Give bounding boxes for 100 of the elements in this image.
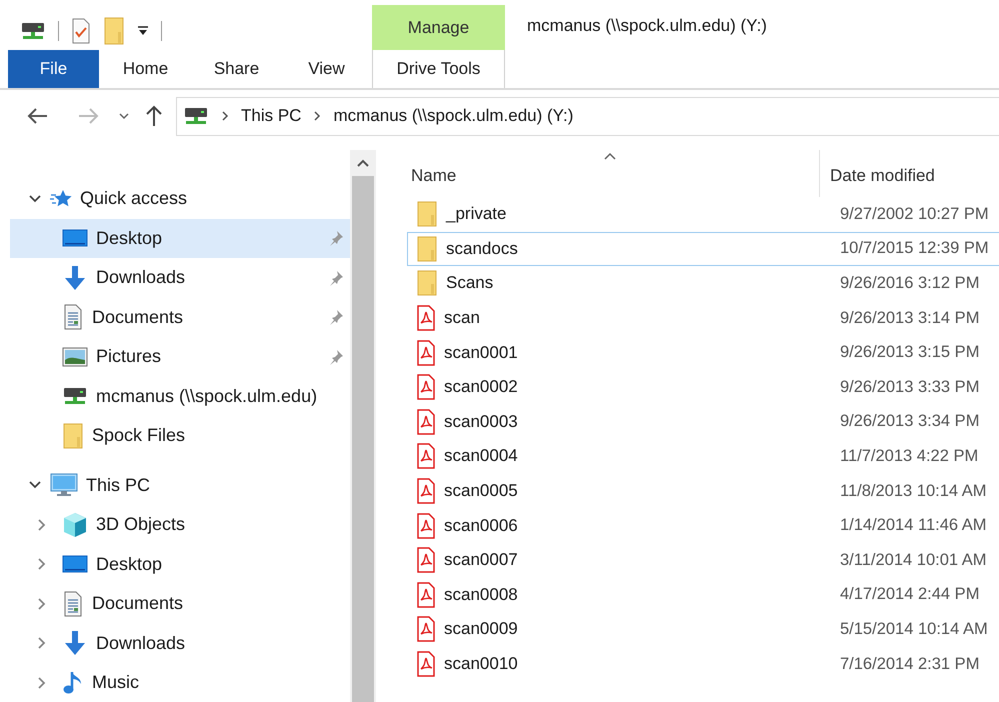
file-row[interactable]: scan 9/26/2013 3:14 PM (407, 300, 999, 336)
pdf-file-icon (416, 651, 436, 678)
ribbon-tab[interactable]: Home (99, 50, 192, 88)
nav-item[interactable]: Downloads (10, 624, 350, 663)
breadcrumb[interactable]: mcmanus (\\spock.ulm.edu) (Y:) (333, 106, 574, 126)
file-row[interactable]: scan0004 11/7/2013 4:22 PM (407, 439, 999, 474)
chevron-right-icon[interactable] (37, 676, 47, 690)
scrollbar[interactable] (350, 150, 376, 702)
desktop-icon (62, 554, 88, 574)
file-name: scan0007 (444, 550, 518, 570)
pdf-file-icon (416, 340, 436, 366)
chevron-right-icon[interactable] (37, 518, 47, 532)
file-row[interactable]: scan0003 9/26/2013 3:34 PM (407, 404, 999, 440)
nav-item[interactable]: Documents (10, 584, 350, 624)
nav-item[interactable]: Downloads (10, 258, 350, 298)
download-icon (62, 630, 88, 656)
file-row[interactable]: scan0009 5/15/2014 10:14 AM (407, 612, 999, 647)
column-header[interactable]: Name (411, 150, 820, 197)
pin-icon[interactable] (328, 348, 344, 365)
breadcrumb-chevron-icon[interactable] (221, 111, 229, 121)
chevron-down-icon[interactable] (28, 480, 42, 490)
file-name: scan0006 (444, 516, 518, 536)
recent-caret-icon[interactable] (119, 112, 129, 120)
date-modified: 9/26/2013 3:33 PM (840, 378, 980, 397)
sort-ascending-icon (603, 152, 617, 160)
pin-icon[interactable] (328, 230, 344, 246)
breadcrumb-chevron-icon[interactable] (313, 111, 322, 121)
file-row[interactable]: scan0010 7/16/2014 2:31 PM (407, 646, 999, 682)
context-tab-group: Manage (372, 5, 505, 50)
pdf-file-icon (416, 305, 436, 332)
breadcrumb[interactable]: This PC (241, 106, 302, 126)
pdf-file-icon (416, 512, 436, 539)
file-row[interactable]: scandocs 10/7/2015 12:39 PM (407, 232, 999, 266)
music-note-icon (62, 670, 84, 696)
file-name: _private (446, 204, 506, 224)
pdf-file-icon (416, 582, 436, 608)
file-name: scan0010 (444, 654, 518, 674)
chevron-right-icon[interactable] (37, 636, 47, 650)
chevron-down-icon[interactable] (28, 194, 42, 204)
properties-icon[interactable] (71, 18, 91, 44)
nav-item[interactable]: mcmanus (\\spock.ulm.edu) (10, 376, 350, 416)
folder-icon (62, 422, 84, 449)
new-folder-icon[interactable] (103, 17, 125, 45)
file-row[interactable]: Scans 9/26/2016 3:12 PM (407, 266, 999, 301)
up-arrow-icon[interactable] (145, 105, 163, 127)
date-modified: 9/26/2016 3:12 PM (840, 274, 980, 293)
nav-item[interactable]: Spock Files (10, 416, 350, 456)
date-modified: 9/27/2002 10:27 PM (840, 204, 990, 224)
column-header[interactable]: Date modified (830, 150, 980, 197)
date-modified: 5/15/2014 10:14 AM (840, 620, 989, 639)
date-modified: 1/14/2014 11:46 AM (840, 516, 988, 536)
cube-icon (62, 512, 88, 538)
network-drive-icon (183, 105, 209, 127)
nav-item[interactable]: Desktop (10, 544, 350, 584)
customize-dropdown-icon[interactable] (137, 25, 149, 37)
pdf-file-icon (416, 616, 436, 642)
date-modified: 9/26/2013 3:14 PM (840, 308, 980, 328)
file-row[interactable]: scan0006 1/14/2014 11:46 AM (407, 508, 999, 543)
ribbon-tab[interactable]: View (281, 50, 372, 88)
nav-item[interactable]: Music (10, 663, 350, 702)
scroll-up-icon[interactable] (356, 158, 370, 168)
file-tab[interactable]: File (8, 50, 99, 88)
scrollbar-thumb[interactable] (352, 176, 374, 702)
nav-item[interactable]: This PC (10, 466, 350, 505)
date-modified: 9/26/2013 3:15 PM (840, 343, 980, 362)
nav-item[interactable]: Desktop (10, 218, 350, 258)
nav-item[interactable]: Pictures (10, 337, 350, 376)
folder-icon (416, 270, 438, 296)
forward-arrow-icon[interactable] (77, 107, 99, 125)
file-row[interactable]: scan0002 9/26/2013 3:33 PM (407, 370, 999, 405)
address-bar[interactable]: This PC mcmanus (\\spock.ulm.edu) (Y:) (176, 96, 999, 136)
file-name: scan (444, 308, 480, 328)
nav-item[interactable]: 3D Objects (10, 505, 350, 544)
pdf-file-icon (416, 547, 436, 574)
date-modified: 10/7/2015 12:39 PM (840, 239, 990, 258)
file-row[interactable]: scan0007 3/11/2014 10:01 AM (407, 542, 999, 578)
folder-icon (416, 236, 438, 262)
nav-item[interactable]: Documents (10, 298, 350, 337)
file-row[interactable]: scan0005 11/8/2013 10:14 AM (407, 474, 999, 508)
back-arrow-icon[interactable] (27, 107, 49, 125)
file-name: scandocs (446, 238, 518, 259)
desktop-icon (62, 228, 88, 248)
file-name: scan0004 (444, 446, 518, 466)
file-row[interactable]: _private 9/27/2002 10:27 PM (407, 197, 999, 232)
chevron-right-icon[interactable] (37, 596, 47, 611)
file-name: scan0002 (444, 377, 518, 398)
ribbon-tab[interactable]: Share (192, 50, 281, 88)
pdf-file-icon (416, 478, 436, 504)
network-drive-icon[interactable] (20, 20, 46, 42)
pin-icon[interactable] (328, 309, 344, 326)
file-name: scan0001 (444, 342, 518, 363)
nav-item[interactable]: Quick access (10, 179, 350, 218)
chevron-right-icon[interactable] (37, 557, 47, 572)
date-modified: 11/8/2013 10:14 AM (840, 482, 988, 501)
file-row[interactable]: scan0008 4/17/2014 2:44 PM (407, 578, 999, 612)
pin-icon[interactable] (328, 270, 344, 286)
pdf-file-icon (416, 408, 436, 435)
file-name: scan0009 (444, 619, 518, 640)
date-modified: 7/16/2014 2:31 PM (840, 654, 980, 674)
file-row[interactable]: scan0001 9/26/2013 3:15 PM (407, 335, 999, 370)
